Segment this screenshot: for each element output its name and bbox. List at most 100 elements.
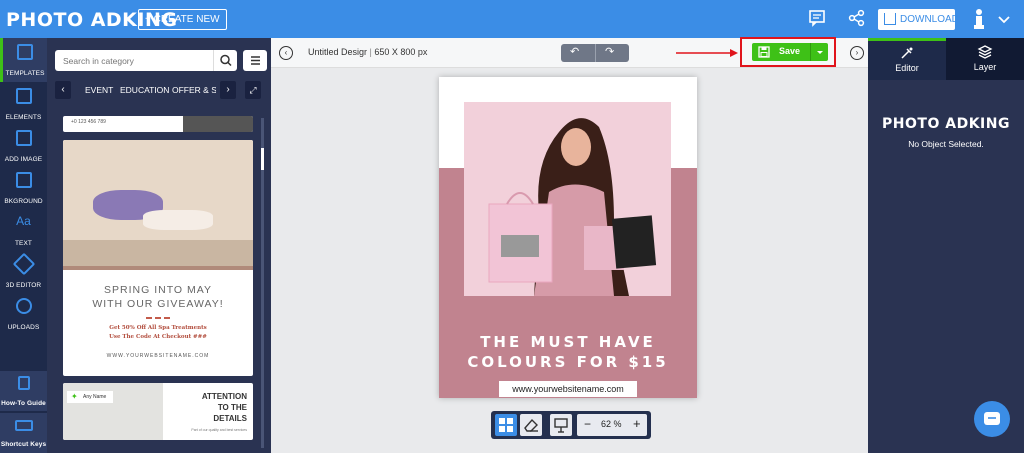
- collapse-left-icon[interactable]: ‹: [279, 46, 293, 60]
- design-canvas[interactable]: THE MUST HAVE COLOURS FOR $15 www.yourwe…: [439, 77, 697, 398]
- feedback-icon[interactable]: [808, 9, 826, 32]
- tab-editor[interactable]: Editor: [868, 38, 946, 80]
- search-input[interactable]: [55, 50, 213, 71]
- template-heading: SPRING INTO MAY: [104, 284, 212, 296]
- guide-icon: [17, 376, 30, 390]
- present-icon[interactable]: [550, 414, 572, 436]
- template-card-spring[interactable]: SPRING INTO MAY WITH OUR GIVEAWAY! Get 5…: [63, 140, 253, 376]
- leftbar-label: 3D EDITOR: [5, 282, 42, 289]
- top-bar: PHOTO ADKING + CREATE NEW DOWNLOAD: [0, 0, 1024, 38]
- document-size: 650 X 800 px: [374, 47, 428, 57]
- leftbar-label: How-To Guide: [1, 400, 46, 407]
- save-button[interactable]: Save: [752, 43, 828, 61]
- zoom-in-button[interactable]: +: [633, 416, 641, 431]
- view-zoom-bar: − 62 % +: [491, 411, 651, 439]
- category-event[interactable]: EVENT: [85, 85, 113, 95]
- left-tool-bar: TEMPLATES ELEMENTS ADD IMAGE BKGROUND Aa…: [0, 38, 47, 453]
- save-dropdown-button[interactable]: [810, 43, 828, 61]
- background-icon: [15, 172, 32, 188]
- leftbar-item-elements[interactable]: ELEMENTS: [0, 82, 47, 124]
- template-heading: ATTENTION TO THE DETAILS: [201, 392, 247, 423]
- template-logo: ✦ Any Name: [67, 391, 113, 403]
- tab-label: Editor: [895, 63, 919, 73]
- template-small-text: Part of our quality and best services: [191, 428, 247, 432]
- collapse-right-icon[interactable]: ›: [850, 46, 864, 60]
- keyboard-icon: [14, 420, 33, 431]
- selection-status: No Object Selected.: [908, 139, 984, 149]
- save-label: Save: [779, 46, 801, 56]
- category-prev-button[interactable]: ‹: [55, 81, 71, 99]
- chat-support-button[interactable]: [974, 401, 1010, 437]
- uploads-icon: [15, 298, 32, 314]
- leftbar-label: TEMPLATES: [5, 70, 45, 77]
- share-icon[interactable]: [848, 9, 866, 32]
- caret-down-icon: [817, 51, 823, 54]
- template-card-1[interactable]: +0 123 456 789: [63, 116, 253, 132]
- leftbar-label: Shortcut Keys: [0, 441, 47, 448]
- document-name[interactable]: Untitled Desigr: [308, 47, 367, 57]
- category-education[interactable]: EDUCATION: [120, 85, 169, 95]
- leftbar-label: TEXT: [14, 240, 32, 247]
- zoom-value: 62 %: [601, 419, 622, 429]
- templates-icon: [17, 44, 33, 60]
- search-button[interactable]: [213, 50, 237, 71]
- category-next-button[interactable]: ›: [220, 81, 236, 99]
- canvas-url-text[interactable]: www.yourwebsitename.com: [499, 381, 637, 397]
- template-url: WWW.YOURWEBSITENAME.COM: [106, 353, 210, 359]
- leftbar-item-text[interactable]: Aa TEXT: [0, 208, 47, 250]
- save-icon: [758, 46, 770, 58]
- annotation-arrow-icon: [676, 49, 738, 57]
- tab-label: Layer: [973, 62, 997, 72]
- right-panel-logo: PHOTO ADKING: [882, 116, 1010, 132]
- search-icon: [220, 54, 232, 67]
- undo-redo-group: ↶ ↷: [561, 44, 629, 62]
- chat-icon: [984, 412, 1000, 425]
- leftbar-label: ADD IMAGE: [4, 156, 43, 163]
- right-panel: Editor Layer PHOTO ADKING No Object Sele…: [868, 38, 1024, 453]
- expand-icon[interactable]: ⤢: [245, 81, 261, 99]
- 3d-editor-icon: [12, 252, 35, 276]
- category-bar: ‹ EVENT EDUCATION OFFER & SA › ⤢: [55, 81, 267, 99]
- grid-view-icon[interactable]: [495, 414, 517, 436]
- layers-icon: [977, 45, 993, 59]
- editor-icon: [901, 47, 913, 59]
- category-offer[interactable]: OFFER & SA: [172, 85, 216, 95]
- leftbar-label: ELEMENTS: [5, 114, 42, 121]
- tab-layer[interactable]: Layer: [946, 38, 1024, 80]
- undo-icon[interactable]: ↶: [570, 45, 579, 58]
- leftbar-item-background[interactable]: BKGROUND: [0, 166, 47, 208]
- template-panel: ‹ EVENT EDUCATION OFFER & SA › ⤢ +0 123 …: [47, 38, 271, 453]
- template-heading: WITH OUR GIVEAWAY!: [92, 298, 224, 310]
- template-card-attention[interactable]: ✦ Any Name ATTENTION TO THE DETAILS Part…: [63, 383, 253, 440]
- leftbar-item-how-to-guide[interactable]: How-To Guide: [0, 371, 47, 411]
- user-avatar-icon[interactable]: [972, 8, 986, 35]
- text-icon: Aa: [16, 214, 31, 228]
- canvas-headline[interactable]: THE MUST HAVE COLOURS FOR $15: [439, 332, 697, 372]
- redo-icon[interactable]: ↷: [605, 45, 614, 58]
- canvas-photo[interactable]: [464, 102, 671, 296]
- leftbar-item-templates[interactable]: TEMPLATES: [0, 38, 47, 82]
- leftbar-label: BKGROUND: [4, 198, 43, 205]
- template-phone: +0 123 456 789: [71, 119, 106, 125]
- download-button[interactable]: DOWNLOAD: [878, 9, 959, 30]
- panel-scrollbar[interactable]: [261, 118, 264, 448]
- template-offer: Use The Code At Checkout ###: [109, 334, 207, 340]
- chevron-down-icon[interactable]: [998, 12, 1010, 30]
- menu-button[interactable]: [243, 50, 267, 71]
- template-offer: Get 50% Off All Spa Treatments: [109, 325, 207, 331]
- create-new-button[interactable]: + CREATE NEW: [138, 9, 227, 30]
- leftbar-item-shortcut-keys[interactable]: Shortcut Keys: [0, 413, 47, 453]
- leftbar-item-uploads[interactable]: UPLOADS: [0, 292, 47, 334]
- download-icon: [884, 13, 896, 25]
- download-label: DOWNLOAD: [900, 14, 959, 25]
- template-image: [183, 116, 253, 132]
- leftbar-item-add-image[interactable]: ADD IMAGE: [0, 124, 47, 166]
- document-title[interactable]: Untitled Desigr | 650 X 800 px: [308, 47, 427, 57]
- add-image-icon: [15, 130, 32, 146]
- zoom-out-button[interactable]: −: [584, 417, 591, 431]
- list-icon: [251, 56, 260, 65]
- eraser-icon[interactable]: [520, 414, 542, 436]
- leftbar-item-3d-editor[interactable]: 3D EDITOR: [0, 250, 47, 292]
- elements-icon: [15, 88, 32, 104]
- zoom-control: − 62 % +: [577, 414, 647, 436]
